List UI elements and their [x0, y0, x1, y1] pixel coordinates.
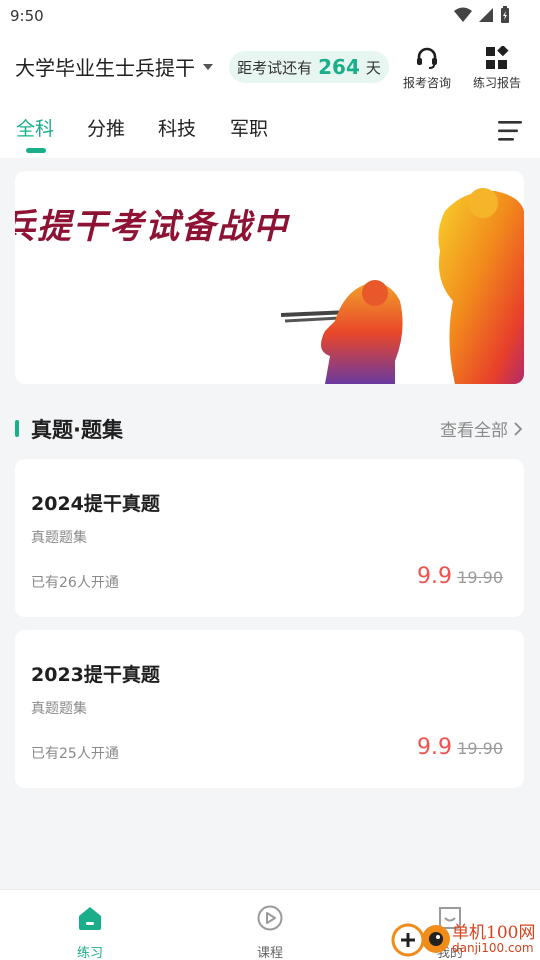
site-watermark: 单机100网 danji100.com — [390, 915, 540, 960]
practice-report-label: 练习报告 — [472, 76, 521, 90]
consult-label: 报考咨询 — [402, 76, 451, 90]
watermark-logo-icon — [391, 923, 450, 957]
nav-practice[interactable]: 练习 — [30, 890, 150, 960]
signal-icon — [479, 8, 493, 22]
wifi-icon — [454, 7, 472, 22]
tab-keji[interactable]: 科技 — [158, 114, 196, 141]
caret-down-icon — [203, 63, 213, 70]
home-icon — [79, 907, 101, 930]
tab-junzhi[interactable]: 军职 — [230, 114, 268, 141]
promo-banner[interactable]: 兵提干考试备战中 — [15, 171, 524, 384]
card-title: 2024提干真题 — [31, 493, 160, 515]
section-accent-bar — [15, 420, 19, 437]
nav-practice-label: 练习 — [76, 946, 103, 960]
section-title: 真题·题集 — [31, 418, 123, 442]
exam-title: 大学毕业生士兵提干 — [15, 56, 195, 80]
countdown-prefix: 距考试还有 — [237, 58, 313, 77]
question-set-card[interactable]: 2024提干真题 真题题集 已有26人开通 9.9 19.90 — [15, 459, 524, 617]
card-title: 2023提干真题 — [31, 664, 160, 686]
nav-courses[interactable]: 课程 — [210, 890, 330, 960]
card-subtitle: 真题题集 — [31, 701, 87, 717]
menu-icon[interactable] — [498, 120, 524, 142]
subject-tabs: 全科 分推 科技 军职 — [0, 112, 540, 158]
card-original-price: 19.90 — [457, 739, 503, 758]
exam-countdown-badge: 距考试还有 264 天 — [229, 51, 389, 83]
battery-icon — [501, 6, 509, 23]
view-all-link[interactable]: 查看全部 — [440, 416, 522, 441]
card-price: 9.9 — [417, 735, 452, 760]
watermark-title: 单机100网 — [452, 923, 536, 943]
nav-courses-label: 课程 — [256, 946, 283, 960]
practice-report-button[interactable]: 练习报告 — [467, 46, 527, 91]
question-set-card[interactable]: 2023提干真题 真题题集 已有25人开通 9.9 19.90 — [15, 630, 524, 788]
active-tab-indicator — [26, 148, 46, 153]
tab-all[interactable]: 全科 — [16, 114, 54, 141]
banner-slogan: 兵提干考试备战中 — [15, 207, 289, 247]
card-buyer-count: 已有26人开通 — [31, 575, 119, 591]
status-bar: 9:50 — [0, 0, 540, 32]
card-buyer-count: 已有25人开通 — [31, 746, 119, 762]
tab-fentui[interactable]: 分推 — [87, 114, 125, 141]
countdown-days: 264 — [318, 55, 360, 79]
consult-button[interactable]: 报考咨询 — [397, 46, 457, 91]
countdown-suffix: 天 — [365, 58, 381, 77]
exam-selector[interactable]: 大学毕业生士兵提干 — [15, 52, 213, 81]
card-original-price: 19.90 — [457, 568, 503, 587]
status-time: 9:50 — [10, 7, 44, 25]
grid-apps-icon — [486, 46, 509, 69]
card-subtitle: 真题题集 — [31, 530, 87, 546]
view-all-label: 查看全部 — [440, 421, 508, 441]
status-icons — [454, 6, 510, 24]
chevron-right-icon — [514, 421, 522, 436]
play-circle-icon — [257, 905, 283, 931]
headset-icon — [417, 47, 437, 69]
card-price: 9.9 — [417, 564, 452, 589]
watermark-domain: danji100.com — [452, 941, 534, 955]
